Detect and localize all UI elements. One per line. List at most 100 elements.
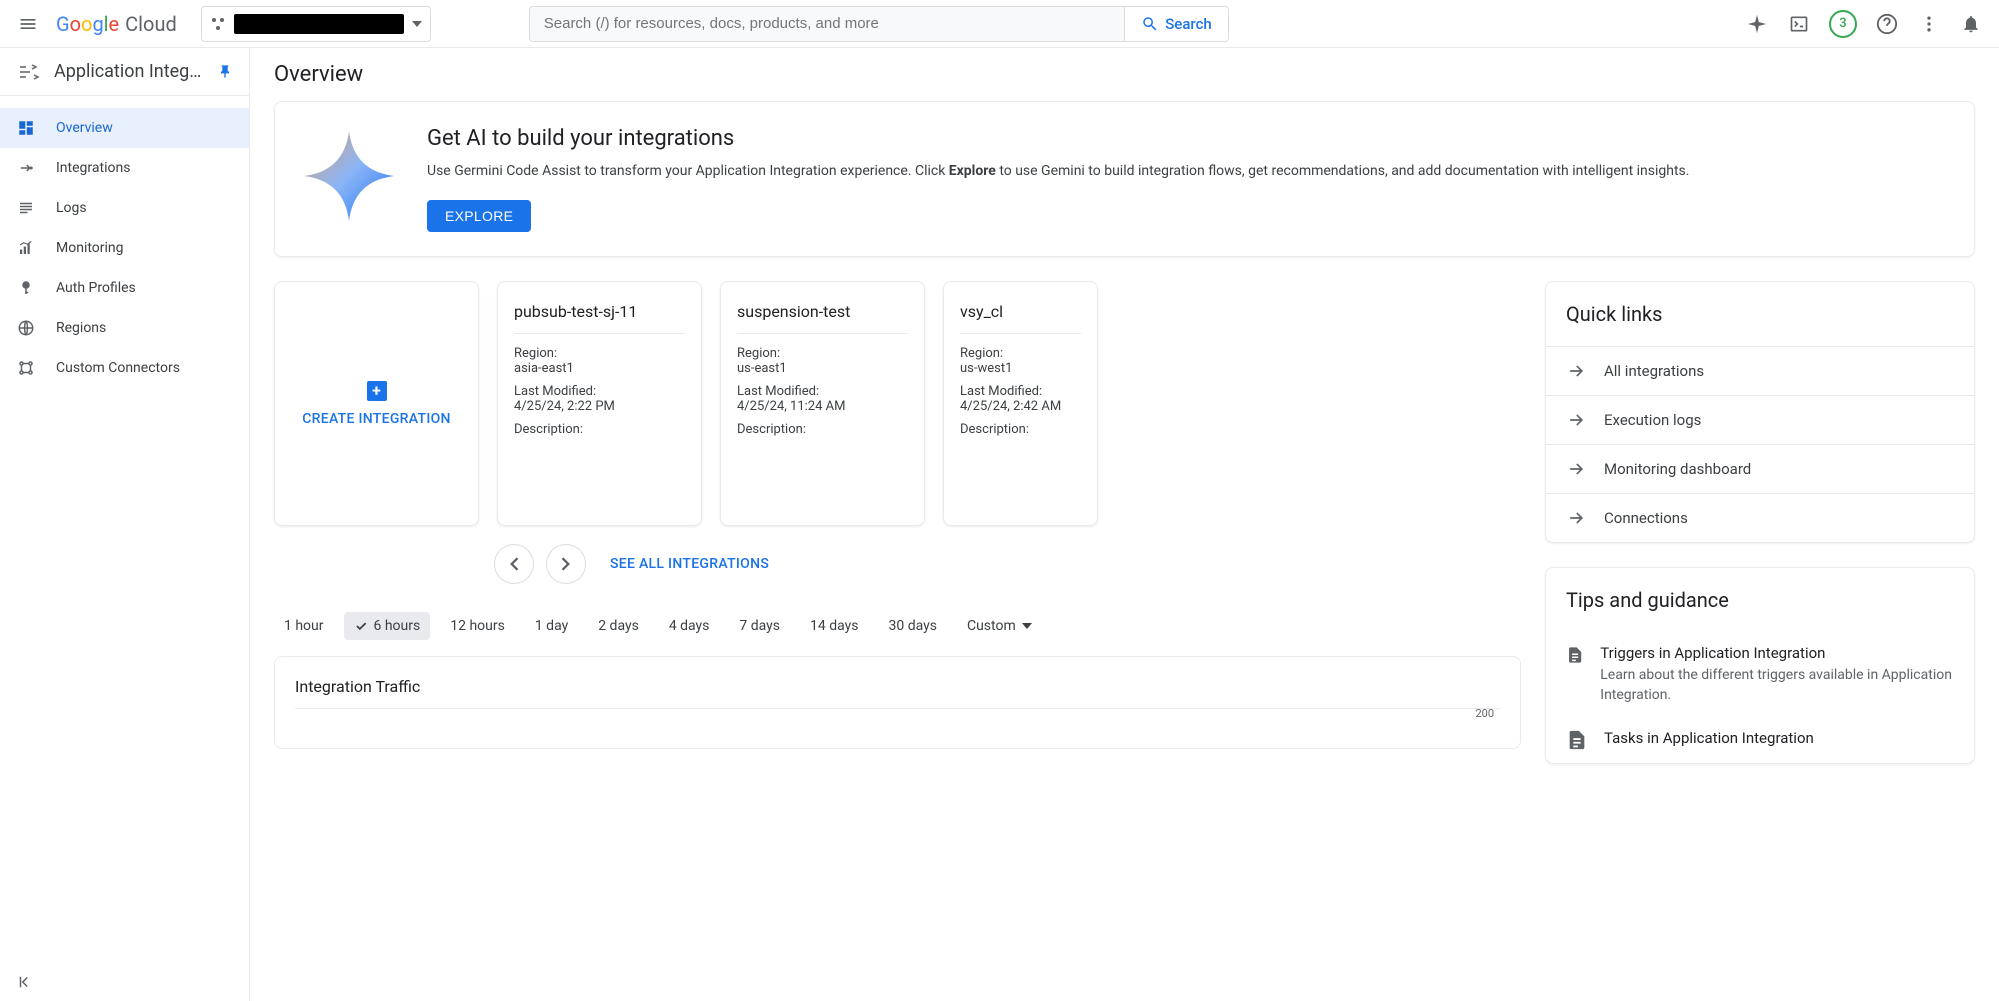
sidebar-nav: Overview Integrations Logs Monitoring Au… [0,96,249,388]
region-label: Region: [737,346,908,361]
tip-description: Learn about the different triggers avail… [1600,666,1954,705]
search-button[interactable]: Search [1124,7,1228,41]
region-label: Region: [514,346,685,361]
caret-down-icon [1022,623,1032,629]
create-integration-card[interactable]: + CREATE INTEGRATION [274,281,479,526]
region-value: us-west1 [960,361,1081,376]
sidebar-item-custom-connectors[interactable]: Custom Connectors [0,348,249,388]
project-selector[interactable] [201,6,431,42]
chevron-right-icon [561,557,571,571]
region-label: Region: [960,346,1081,361]
pin-icon[interactable] [217,64,233,80]
hamburger-menu-button[interactable] [8,4,48,44]
cloud-shell-button[interactable] [1787,12,1811,36]
last-modified-label: Last Modified: [960,384,1081,399]
sidebar-item-overview[interactable]: Overview [0,108,249,148]
key-icon [17,279,35,297]
sidebar-item-label: Regions [56,320,106,336]
time-range-chip[interactable]: 12 hours [440,612,515,640]
tip-item[interactable]: Tasks in Application Integration [1546,717,1974,763]
integration-name: suspension-test [737,302,908,334]
trial-badge[interactable]: 3 [1829,10,1857,38]
sidebar-item-label: Overview [56,120,113,136]
last-modified-label: Last Modified: [737,384,908,399]
tips-title: Tips and guidance [1546,568,1974,632]
tip-item[interactable]: Triggers in Application Integration Lear… [1546,632,1974,717]
help-button[interactable] [1875,12,1899,36]
quick-link-execution-logs[interactable]: Execution logs [1546,395,1974,444]
ai-banner-title: Get AI to build your integrations [427,126,1950,151]
sidebar-item-logs[interactable]: Logs [0,188,249,228]
notifications-button[interactable] [1959,12,1983,36]
description-label: Description: [514,422,685,437]
last-modified-value: 4/25/24, 2:22 PM [514,399,685,414]
integration-card[interactable]: suspension-test Region: us-east1 Last Mo… [720,281,925,526]
more-button[interactable] [1917,12,1941,36]
sidebar-header: Application Integr... [0,48,249,96]
search-icon [1141,15,1159,33]
next-page-button[interactable] [546,544,586,584]
project-name-redacted [234,14,404,34]
quick-links-card: Quick links All integrations Execution l… [1545,281,1975,543]
tip-title: Triggers in Application Integration [1600,644,1954,662]
kebab-icon [1919,14,1939,34]
search-bar: Search [529,6,1229,42]
sidebar-item-auth-profiles[interactable]: Auth Profiles [0,268,249,308]
region-value: asia-east1 [514,361,685,376]
last-modified-value: 4/25/24, 11:24 AM [737,399,908,414]
quick-link-connections[interactable]: Connections [1546,493,1974,542]
time-range-chip[interactable]: 7 days [729,612,790,640]
time-range-chip[interactable]: 4 days [659,612,720,640]
quick-link-monitoring[interactable]: Monitoring dashboard [1546,444,1974,493]
terminal-icon [1789,14,1809,34]
sidebar-item-monitoring[interactable]: Monitoring [0,228,249,268]
custom-time-range[interactable]: Custom [957,612,1042,640]
quick-links-title: Quick links [1546,282,1974,346]
description-label: Description: [960,422,1081,437]
integration-card[interactable]: vsy_cl Region: us-west1 Last Modified: 4… [943,281,1098,526]
sidebar-collapse-button[interactable] [0,963,249,1001]
main-content: Overview Get AI to build your integratio… [250,48,1999,1001]
prev-page-button[interactable] [494,544,534,584]
sidebar-item-integrations[interactable]: Integrations [0,148,249,188]
integration-traffic-card: Integration Traffic 200 [274,656,1521,749]
sidebar-title: Application Integr... [54,61,203,82]
sidebar-item-label: Integrations [56,160,130,176]
arrow-right-icon [1566,410,1586,430]
time-range-chip[interactable]: 6 hours [344,612,431,640]
gemini-spark-button[interactable] [1745,12,1769,36]
quick-link-all-integrations[interactable]: All integrations [1546,346,1974,395]
chart-y-tick: 200 [1475,707,1494,720]
time-range-chip[interactable]: 1 day [525,612,578,640]
sidebar-item-regions[interactable]: Regions [0,308,249,348]
arrow-right-icon [1566,508,1586,528]
time-range-chip[interactable]: 14 days [800,612,868,640]
check-icon [354,619,368,633]
logs-icon [17,199,35,217]
integration-card[interactable]: pubsub-test-sj-11 Region: asia-east1 Las… [497,281,702,526]
app-integration-icon [16,60,40,84]
time-range-chip[interactable]: 1 hour [274,612,334,640]
cloud-label: Cloud [125,12,177,36]
plus-icon: + [367,381,387,401]
sidebar-item-label: Logs [56,200,87,216]
time-range-chip[interactable]: 30 days [879,612,947,640]
integration-cards: + CREATE INTEGRATION pubsub-test-sj-11 R… [274,281,1521,526]
chart-area: 200 [295,708,1500,728]
google-logo-text: Google [56,12,119,36]
connectors-icon [17,359,35,377]
arrow-right-icon [1566,361,1586,381]
google-cloud-logo[interactable]: Google Cloud [56,12,177,36]
page-title: Overview [250,48,1999,101]
create-integration-label: CREATE INTEGRATION [302,411,451,427]
chevron-left-icon [509,557,519,571]
tip-title: Tasks in Application Integration [1604,729,1814,747]
time-range-chip[interactable]: 2 days [588,612,649,640]
bell-icon [1961,14,1981,34]
ai-banner: Get AI to build your integrations Use Ge… [274,101,1975,257]
chart-icon [17,239,35,257]
explore-button[interactable]: EXPLORE [427,200,531,232]
caret-down-icon [412,19,422,29]
search-input[interactable] [530,7,1124,41]
see-all-integrations-link[interactable]: SEE ALL INTEGRATIONS [610,556,769,572]
